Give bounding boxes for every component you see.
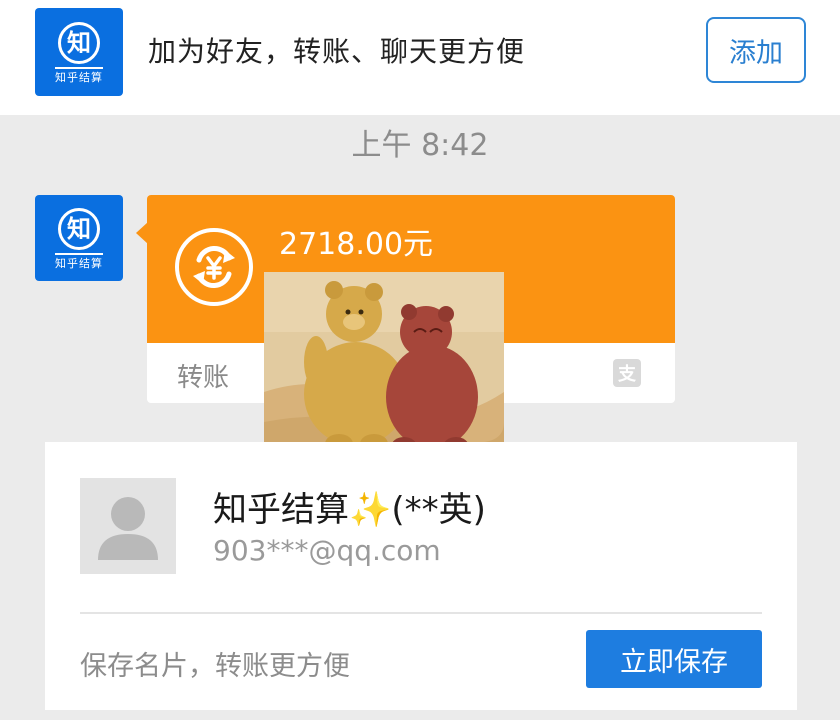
- contact-card[interactable]: 知乎结算✨(**英) 903***@qq.com 保存名片，转账更方便 立即保存: [45, 442, 797, 710]
- logo-caption: 知乎结算: [55, 252, 103, 269]
- bear-sticker-image: [264, 272, 504, 460]
- zhihu-settlement-logo: 知 知乎结算: [35, 8, 123, 96]
- contact-name: 知乎结算✨(**英): [213, 490, 486, 530]
- transfer-amount: 2718.00元: [279, 227, 434, 262]
- add-friend-bar: 知 知乎结算 加为好友，转账、聊天更方便 添加: [0, 0, 840, 115]
- add-friend-prompt: 加为好友，转账、聊天更方便: [148, 35, 526, 68]
- save-now-button[interactable]: 立即保存: [586, 630, 762, 688]
- save-card-hint: 保存名片，转账更方便: [80, 651, 350, 682]
- transfer-type-label: 转账: [177, 363, 230, 393]
- logo-caption: 知乎结算: [55, 66, 103, 83]
- add-friend-button[interactable]: 添加: [706, 17, 806, 83]
- pay-service-icon: 支: [613, 359, 641, 387]
- yuan-refresh-icon: [175, 228, 253, 306]
- message-timestamp: 上午 8:42: [351, 128, 489, 163]
- card-divider: [80, 612, 762, 614]
- logo-mark: 知: [58, 21, 100, 64]
- contact-avatar: [80, 478, 176, 574]
- contact-email: 903***@qq.com: [213, 534, 441, 567]
- logo-mark: 知: [58, 207, 100, 250]
- person-icon: [98, 497, 158, 560]
- sender-avatar[interactable]: 知 知乎结算: [35, 195, 123, 281]
